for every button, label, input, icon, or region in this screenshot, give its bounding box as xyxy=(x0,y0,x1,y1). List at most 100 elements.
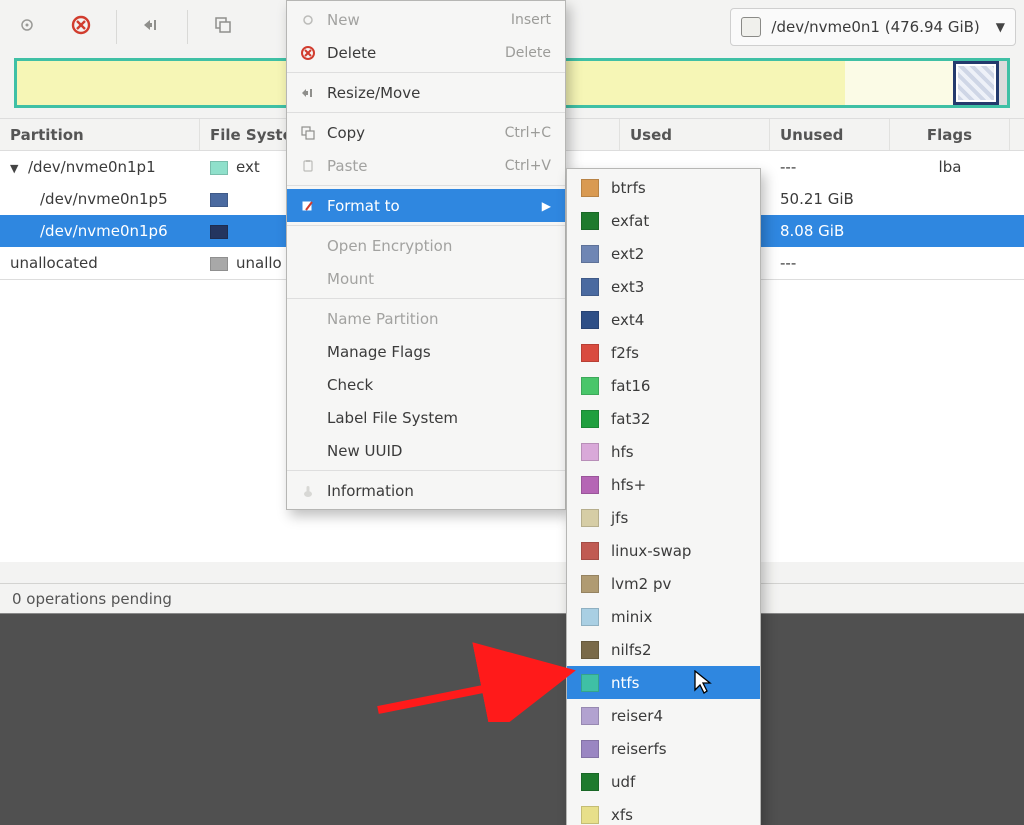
menu-new-label: New xyxy=(327,11,360,29)
fs-option-linux-swap[interactable]: linux-swap xyxy=(567,534,760,567)
menu-new[interactable]: New Insert xyxy=(287,3,565,36)
unused-value: --- xyxy=(770,254,890,272)
menu-mount[interactable]: Mount xyxy=(287,262,565,295)
menu-separator xyxy=(287,470,565,471)
fs-color-swatch xyxy=(581,179,599,197)
fs-color-swatch xyxy=(581,245,599,263)
fs-option-exfat[interactable]: exfat xyxy=(567,204,760,237)
fs-option-ext4[interactable]: ext4 xyxy=(567,303,760,336)
toolbar-separator xyxy=(116,10,117,44)
fs-option-lvm2-pv[interactable]: lvm2 pv xyxy=(567,567,760,600)
expand-toggle-icon[interactable]: ▼ xyxy=(10,162,22,175)
fs-option-hfs-[interactable]: hfs+ xyxy=(567,468,760,501)
menu-name-partition[interactable]: Name Partition xyxy=(287,302,565,335)
fs-color-swatch xyxy=(581,806,599,824)
strip-seg-p5[interactable] xyxy=(845,61,953,105)
fs-option-fat32[interactable]: fat32 xyxy=(567,402,760,435)
fs-option-btrfs[interactable]: btrfs xyxy=(567,171,760,204)
toolbar-separator xyxy=(187,10,188,44)
partition-name: /dev/nvme0n1p6 xyxy=(40,222,168,240)
fs-option-jfs[interactable]: jfs xyxy=(567,501,760,534)
menu-paste[interactable]: Paste Ctrl+V xyxy=(287,149,565,182)
menu-open-enc-label: Open Encryption xyxy=(327,237,452,255)
fs-option-label: xfs xyxy=(611,806,633,824)
menu-format-to[interactable]: Format to ▶ xyxy=(287,189,565,222)
fs-option-label: minix xyxy=(611,608,652,626)
new-icon xyxy=(18,16,36,38)
menu-manage-flags[interactable]: Manage Flags xyxy=(287,335,565,368)
fs-option-fat16[interactable]: fat16 xyxy=(567,369,760,402)
disk-icon xyxy=(741,17,761,37)
chevron-down-icon: ▼ xyxy=(996,20,1005,34)
menu-paste-label: Paste xyxy=(327,157,368,175)
new-partition-button[interactable] xyxy=(8,8,46,46)
fs-option-reiserfs[interactable]: reiserfs xyxy=(567,732,760,765)
menu-label-fs[interactable]: Label File System xyxy=(287,401,565,434)
menu-new-uuid[interactable]: New UUID xyxy=(287,434,565,467)
resize-button[interactable] xyxy=(133,8,171,46)
resize-icon xyxy=(299,84,317,102)
fs-color-swatch xyxy=(581,344,599,362)
fs-option-label: ext2 xyxy=(611,245,644,263)
unused-value: 8.08 GiB xyxy=(770,222,890,240)
fs-option-label: nilfs2 xyxy=(611,641,651,659)
menu-separator xyxy=(287,112,565,113)
status-bar: 0 operations pending xyxy=(0,583,1024,613)
annotation-arrow xyxy=(368,622,588,722)
fs-swatch xyxy=(210,225,228,239)
fs-option-udf[interactable]: udf xyxy=(567,765,760,798)
menu-new-accel: Insert xyxy=(511,12,551,28)
fs-option-label: exfat xyxy=(611,212,649,230)
fs-color-swatch xyxy=(581,212,599,230)
menu-check[interactable]: Check xyxy=(287,368,565,401)
new-icon xyxy=(299,11,317,29)
fs-color-swatch xyxy=(581,278,599,296)
fs-option-label: fat32 xyxy=(611,410,650,428)
fs-option-ext2[interactable]: ext2 xyxy=(567,237,760,270)
partition-name: /dev/nvme0n1p5 xyxy=(40,190,168,208)
fs-color-swatch xyxy=(581,773,599,791)
fs-option-xfs[interactable]: xfs xyxy=(567,798,760,825)
fs-color-swatch xyxy=(581,740,599,758)
menu-label-fs-label: Label File System xyxy=(327,409,458,427)
fs-swatch xyxy=(210,257,228,271)
fs-option-ntfs[interactable]: ntfs xyxy=(567,666,760,699)
menu-delete[interactable]: Delete Delete xyxy=(287,36,565,69)
partition-name: /dev/nvme0n1p1 xyxy=(28,158,156,176)
strip-seg-unallocated[interactable] xyxy=(999,61,1007,105)
col-used[interactable]: Used xyxy=(620,119,770,150)
delete-partition-button[interactable] xyxy=(62,8,100,46)
fs-option-label: reiser4 xyxy=(611,707,663,725)
menu-info-label: Information xyxy=(327,482,414,500)
fs-color-swatch xyxy=(581,377,599,395)
menu-copy[interactable]: Copy Ctrl+C xyxy=(287,116,565,149)
fs-option-nilfs2[interactable]: nilfs2 xyxy=(567,633,760,666)
menu-information[interactable]: Information xyxy=(287,474,565,507)
menu-delete-accel: Delete xyxy=(505,45,551,61)
fs-option-label: jfs xyxy=(611,509,628,527)
menu-name-part-label: Name Partition xyxy=(327,310,439,328)
device-selector[interactable]: /dev/nvme0n1 (476.94 GiB) ▼ xyxy=(730,8,1016,46)
fs-option-reiser4[interactable]: reiser4 xyxy=(567,699,760,732)
strip-seg-p6-selected[interactable] xyxy=(953,61,999,105)
status-text: 0 operations pending xyxy=(12,590,172,608)
context-menu: New Insert Delete Delete Resize/Move Cop… xyxy=(286,0,566,510)
menu-format-label: Format to xyxy=(327,197,400,215)
menu-open-encryption[interactable]: Open Encryption xyxy=(287,229,565,262)
delete-icon xyxy=(299,44,317,62)
menu-copy-accel: Ctrl+C xyxy=(505,125,551,141)
copy-button[interactable] xyxy=(204,8,242,46)
fs-option-ext3[interactable]: ext3 xyxy=(567,270,760,303)
fs-option-f2fs[interactable]: f2fs xyxy=(567,336,760,369)
menu-resize[interactable]: Resize/Move xyxy=(287,76,565,109)
partition-name: unallocated xyxy=(10,254,98,272)
fs-option-hfs[interactable]: hfs xyxy=(567,435,760,468)
col-partition[interactable]: Partition xyxy=(0,119,200,150)
fs-option-minix[interactable]: minix xyxy=(567,600,760,633)
col-unused[interactable]: Unused xyxy=(770,119,890,150)
flags-value: lba xyxy=(890,158,1010,176)
submenu-arrow-icon: ▶ xyxy=(542,199,551,213)
col-flags[interactable]: Flags xyxy=(890,119,1010,150)
menu-manage-flags-label: Manage Flags xyxy=(327,343,431,361)
menu-check-label: Check xyxy=(327,376,373,394)
